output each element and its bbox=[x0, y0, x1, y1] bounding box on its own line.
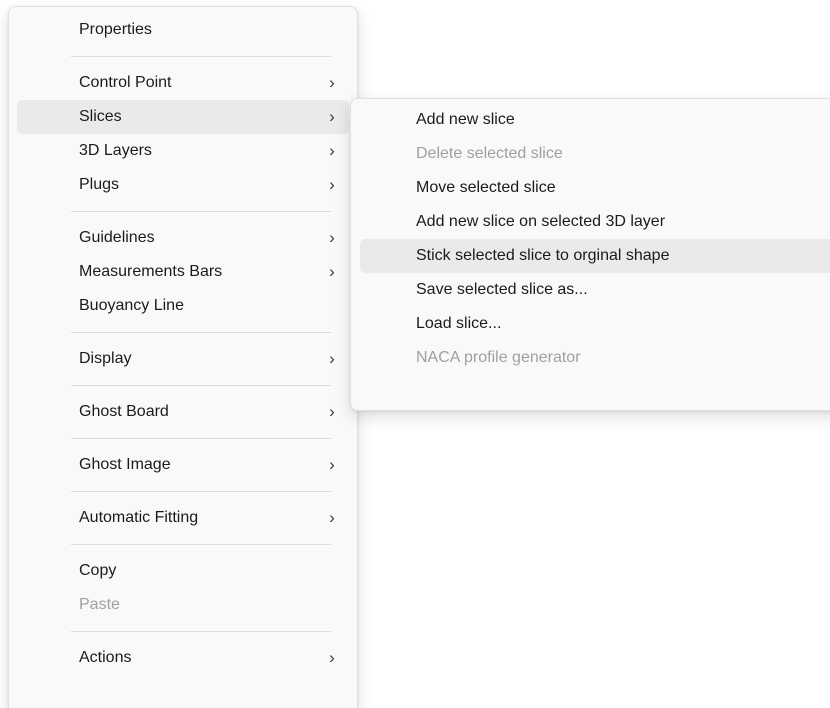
menu-item-label: Paste bbox=[79, 596, 120, 613]
menu-item-automatic-fitting[interactable]: Automatic Fitting › bbox=[17, 501, 349, 535]
menu-item-copy[interactable]: Copy bbox=[17, 554, 349, 588]
menu-item-label: Control Point bbox=[79, 74, 172, 91]
chevron-right-icon: › bbox=[329, 73, 335, 92]
menu-item-control-point[interactable]: Control Point › bbox=[17, 66, 349, 100]
context-menu: Properties Control Point › Slices › 3D L… bbox=[8, 6, 358, 708]
submenu-item-add-new-slice[interactable]: Add new slice bbox=[360, 103, 830, 137]
menu-item-label: Automatic Fitting bbox=[79, 509, 199, 526]
menu-item-label: Ghost Image bbox=[79, 456, 171, 473]
menu-item-label: Delete selected slice bbox=[416, 145, 563, 162]
menu-item-label: Add new slice bbox=[416, 111, 515, 128]
chevron-right-icon: › bbox=[329, 175, 335, 194]
menu-item-guidelines[interactable]: Guidelines › bbox=[17, 221, 349, 255]
menu-item-label: Measurements Bars bbox=[79, 263, 223, 280]
menu-item-display[interactable]: Display › bbox=[17, 342, 349, 376]
submenu-item-load-slice[interactable]: Load slice... bbox=[360, 307, 830, 341]
menu-item-actions[interactable]: Actions › bbox=[17, 641, 349, 675]
menu-item-plugs[interactable]: Plugs › bbox=[17, 168, 349, 202]
chevron-right-icon: › bbox=[329, 508, 335, 527]
menu-separator bbox=[71, 491, 331, 492]
menu-item-3d-layers[interactable]: 3D Layers › bbox=[17, 134, 349, 168]
menu-item-label: Slices bbox=[79, 108, 122, 125]
chevron-right-icon: › bbox=[329, 107, 335, 126]
menu-item-label: Guidelines bbox=[79, 229, 155, 246]
menu-separator bbox=[71, 438, 331, 439]
submenu-item-naca-profile-generator: NACA profile generator bbox=[360, 341, 830, 375]
menu-separator bbox=[71, 631, 331, 632]
menu-item-label: NACA profile generator bbox=[416, 349, 581, 366]
chevron-right-icon: › bbox=[329, 141, 335, 160]
submenu-item-move-selected-slice[interactable]: Move selected slice bbox=[360, 171, 830, 205]
slices-submenu: Add new slice Delete selected slice Move… bbox=[350, 98, 830, 411]
menu-item-label: Move selected slice bbox=[416, 179, 556, 196]
chevron-right-icon: › bbox=[329, 455, 335, 474]
menu-item-ghost-board[interactable]: Ghost Board › bbox=[17, 395, 349, 429]
chevron-right-icon: › bbox=[329, 349, 335, 368]
menu-item-properties[interactable]: Properties bbox=[17, 13, 349, 47]
menu-item-label: Plugs bbox=[79, 176, 120, 193]
submenu-item-delete-selected-slice: Delete selected slice bbox=[360, 137, 830, 171]
menu-separator bbox=[71, 544, 331, 545]
menu-item-label: Properties bbox=[79, 21, 152, 38]
menu-item-label: Actions bbox=[79, 649, 132, 666]
chevron-right-icon: › bbox=[329, 648, 335, 667]
menu-item-label: 3D Layers bbox=[79, 142, 152, 159]
menu-separator bbox=[71, 332, 331, 333]
menu-item-ghost-image[interactable]: Ghost Image › bbox=[17, 448, 349, 482]
menu-separator bbox=[71, 385, 331, 386]
menu-separator bbox=[71, 211, 331, 212]
menu-item-label: Stick selected slice to orginal shape bbox=[416, 247, 670, 264]
menu-separator bbox=[71, 56, 331, 57]
menu-item-measurements-bars[interactable]: Measurements Bars › bbox=[17, 255, 349, 289]
chevron-right-icon: › bbox=[329, 402, 335, 421]
menu-item-buoyancy-line[interactable]: Buoyancy Line bbox=[17, 289, 349, 323]
chevron-right-icon: › bbox=[329, 228, 335, 247]
menu-item-label: Add new slice on selected 3D layer bbox=[416, 213, 666, 230]
menu-item-label: Ghost Board bbox=[79, 403, 169, 420]
submenu-item-save-slice-as[interactable]: Save selected slice as... bbox=[360, 273, 830, 307]
submenu-item-add-slice-on-3d-layer[interactable]: Add new slice on selected 3D layer bbox=[360, 205, 830, 239]
chevron-right-icon: › bbox=[329, 262, 335, 281]
menu-item-label: Load slice... bbox=[416, 315, 502, 332]
menu-item-label: Buoyancy Line bbox=[79, 297, 184, 314]
menu-item-slices[interactable]: Slices › bbox=[17, 100, 349, 134]
menu-item-label: Copy bbox=[79, 562, 117, 579]
menu-item-label: Display bbox=[79, 350, 132, 367]
menu-item-paste: Paste bbox=[17, 588, 349, 622]
menu-item-label: Save selected slice as... bbox=[416, 281, 588, 298]
submenu-item-stick-slice-to-shape[interactable]: Stick selected slice to orginal shape bbox=[360, 239, 830, 273]
